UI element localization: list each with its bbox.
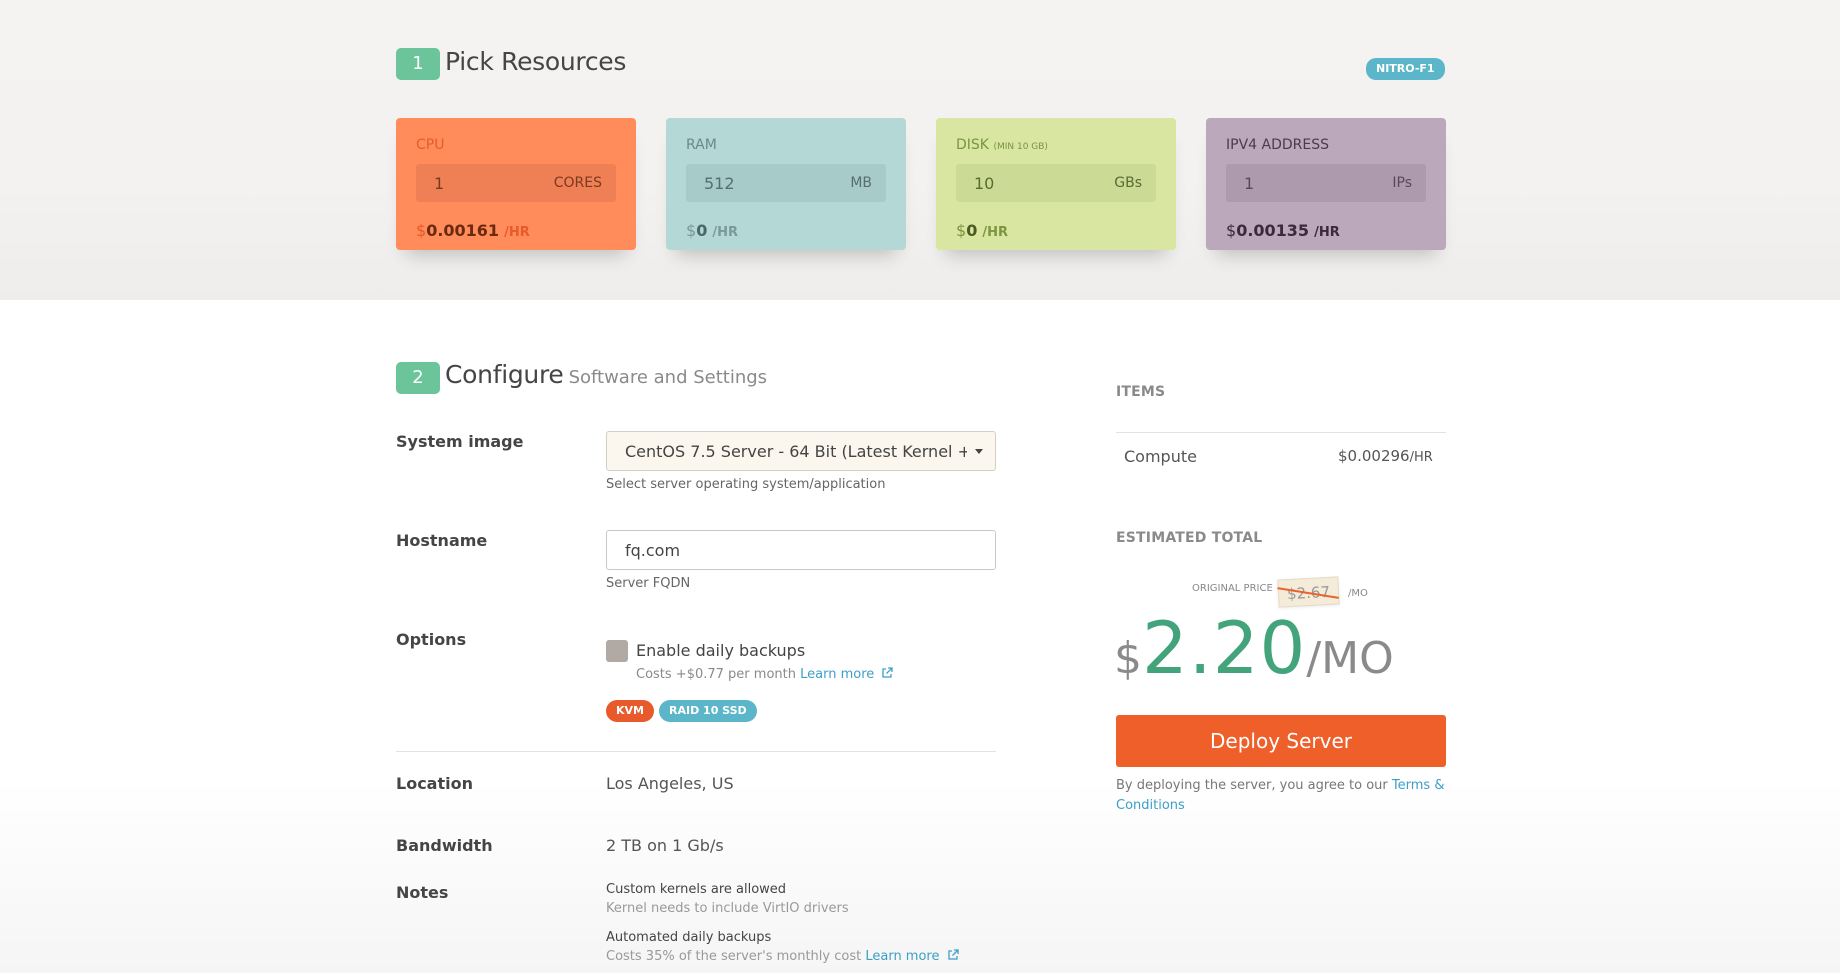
compute-item-price: $0.00296/HR	[1338, 447, 1433, 465]
estimated-total-heading: ESTIMATED TOTAL	[1116, 530, 1263, 546]
deploy-server-button[interactable]: Deploy Server	[1116, 715, 1446, 767]
original-price-label: ORIGINAL PRICE	[1192, 583, 1273, 594]
ram-price: $0 /HR	[686, 221, 739, 240]
cpu-card: CPU 1 CORES $0.00161 /HR	[396, 118, 636, 250]
ipv4-unit: IPs	[1392, 175, 1412, 191]
resources-band	[0, 0, 1840, 300]
pick-resources-title: Pick Resources	[445, 47, 627, 76]
step-2-badge: 2	[396, 362, 440, 394]
cpu-price: $0.00161 /HR	[416, 221, 530, 240]
configure-subtitle: Software and Settings	[568, 367, 768, 388]
ipv4-input[interactable]: 1 IPs	[1226, 164, 1426, 202]
ipv4-price: $0.00135 /HR	[1226, 221, 1340, 240]
disk-label: DISK (MIN 10 GB)	[956, 137, 1048, 153]
items-divider	[1116, 432, 1446, 433]
compute-item-name: Compute	[1124, 447, 1197, 466]
total-per: /MO	[1306, 633, 1394, 684]
note-custom-kernels: Custom kernels are allowed	[606, 882, 787, 897]
external-link-icon[interactable]	[947, 949, 959, 961]
bottom-fade	[0, 780, 1840, 973]
kvm-badge: KVM	[606, 700, 654, 722]
notes-learn-more-link[interactable]: Learn more	[865, 949, 939, 964]
cpu-value: 1	[434, 174, 445, 193]
hostname-label: Hostname	[396, 531, 488, 550]
system-image-help: Select server operating system/applicati…	[606, 477, 886, 492]
cpu-unit: CORES	[553, 175, 602, 191]
ram-label: RAM	[686, 137, 717, 153]
ram-value: 512	[704, 174, 735, 193]
original-price: $2.67	[1277, 576, 1340, 608]
original-price-per: /MO	[1348, 588, 1368, 599]
note-daily-backups: Automated daily backups	[606, 930, 772, 945]
backup-checkbox[interactable]	[606, 640, 628, 662]
note-daily-backups-sub: Costs 35% of the server's monthly cost L…	[606, 949, 959, 964]
notes-label: Notes	[396, 883, 449, 902]
bandwidth-value: 2 TB on 1 Gb/s	[606, 836, 724, 855]
external-link-icon[interactable]	[881, 667, 894, 679]
total-dollar-sign: $	[1114, 633, 1142, 684]
ram-unit: MB	[850, 175, 872, 191]
estimated-total: $2.20/MO	[1114, 606, 1394, 710]
configure-title: Configure	[445, 360, 564, 389]
system-image-label: System image	[396, 432, 524, 451]
options-label: Options	[396, 630, 467, 649]
backup-cost: Costs +$0.77 per month Learn more	[636, 667, 894, 682]
cpu-input[interactable]: 1 CORES	[416, 164, 616, 202]
disk-input[interactable]: 10 GBs	[956, 164, 1156, 202]
note-custom-kernels-sub: Kernel needs to include VirtIO drivers	[606, 901, 849, 916]
items-heading: ITEMS	[1116, 384, 1166, 400]
location-label: Location	[396, 774, 473, 793]
form-divider	[396, 751, 996, 752]
disk-value: 10	[974, 174, 995, 193]
hostname-value: fq.com	[625, 541, 681, 560]
system-image-value: CentOS 7.5 Server - 64 Bit (Latest Kerne…	[625, 442, 967, 461]
hostname-help: Server FQDN	[606, 576, 691, 591]
plan-tag: NITRO-F1	[1366, 58, 1445, 80]
disk-card: DISK (MIN 10 GB) 10 GBs $0 /HR	[936, 118, 1176, 250]
system-image-select[interactable]: CentOS 7.5 Server - 64 Bit (Latest Kerne…	[606, 431, 996, 471]
ipv4-value: 1	[1244, 174, 1255, 193]
bandwidth-label: Bandwidth	[396, 836, 493, 855]
disk-unit: GBs	[1114, 175, 1142, 191]
ipv4-card: IPV4 ADDRESS 1 IPs $0.00135 /HR	[1206, 118, 1446, 250]
backup-label[interactable]: Enable daily backups	[636, 641, 805, 660]
backup-learn-more-link[interactable]: Learn more	[800, 667, 874, 682]
caret-down-icon	[975, 449, 983, 454]
ram-card: RAM 512 MB $0 /HR	[666, 118, 906, 250]
hostname-input[interactable]: fq.com	[606, 530, 996, 570]
disk-price: $0 /HR	[956, 221, 1009, 240]
cpu-label: CPU	[416, 137, 445, 153]
location-value: Los Angeles, US	[606, 774, 734, 793]
ipv4-label: IPV4 ADDRESS	[1226, 137, 1329, 153]
configure-header: Configure Software and Settings	[445, 360, 767, 389]
step-1-badge: 1	[396, 48, 440, 80]
ram-input[interactable]: 512 MB	[686, 164, 886, 202]
agreement-text: By deploying the server, you agree to ou…	[1116, 778, 1445, 813]
raid-badge: RAID 10 SSD	[659, 700, 757, 722]
total-amount: 2.20	[1142, 606, 1307, 690]
